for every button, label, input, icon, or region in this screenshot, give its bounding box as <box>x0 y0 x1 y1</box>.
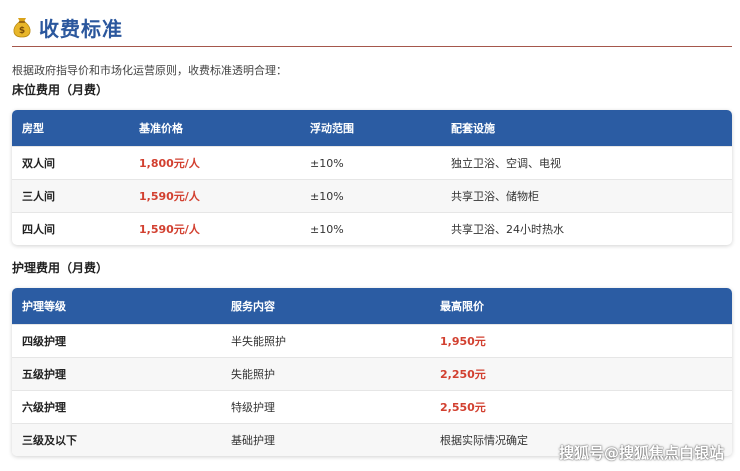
care-table-header: 护理等级 服务内容 最高限价 <box>12 288 732 324</box>
room-type: 三人间 <box>22 190 55 203</box>
float-range: ±10% <box>310 156 344 170</box>
svg-text:$: $ <box>19 26 25 36</box>
header-float-range: 浮动范围 <box>310 122 354 135</box>
table-row: 四人间 1,590元/人 ±10% 共享卫浴、24小时热水 <box>12 212 732 245</box>
header-facilities: 配套设施 <box>451 122 495 135</box>
service-content: 特级护理 <box>231 401 275 414</box>
money-bag-icon: $ <box>13 18 31 38</box>
bed-table-header: 房型 基准价格 浮动范围 配套设施 <box>12 110 732 146</box>
header-max-price: 最高限价 <box>440 300 484 313</box>
room-type: 双人间 <box>22 157 55 170</box>
table-row: 三人间 1,590元/人 ±10% 共享卫浴、储物柜 <box>12 179 732 212</box>
care-level: 六级护理 <box>22 401 66 414</box>
float-range: ±10% <box>310 189 344 203</box>
max-price: 1,950元 <box>440 335 486 348</box>
table-row: 四级护理 半失能照护 1,950元 <box>12 324 732 357</box>
room-type: 四人间 <box>22 223 55 236</box>
header-room-type: 房型 <box>22 122 44 135</box>
watermark: 搜狐号@搜狐焦点白银站 <box>558 444 724 462</box>
intro-text: 根据政府指导价和市场化运营原则，收费标准透明合理： <box>12 64 287 77</box>
care-fee-table: 护理等级 服务内容 最高限价 四级护理 半失能照护 1,950元 五级护理 失能… <box>12 288 732 456</box>
service-content: 半失能照护 <box>231 335 286 348</box>
header-base-price: 基准价格 <box>139 122 183 135</box>
service-content: 基础护理 <box>231 434 275 447</box>
float-range: ±10% <box>310 222 344 236</box>
table-row: 五级护理 失能照护 2,250元 <box>12 357 732 390</box>
service-content: 失能照护 <box>231 368 275 381</box>
base-price: 1,800元/人 <box>139 157 200 170</box>
care-level: 四级护理 <box>22 335 66 348</box>
bed-section-title: 床位费用（月费） <box>12 83 109 97</box>
table-row: 六级护理 特级护理 2,550元 <box>12 390 732 423</box>
base-price: 1,590元/人 <box>139 190 200 203</box>
header-service-content: 服务内容 <box>231 300 275 313</box>
max-price: 2,250元 <box>440 368 486 381</box>
title-divider <box>12 46 732 47</box>
care-level: 三级及以下 <box>22 434 77 447</box>
base-price: 1,590元/人 <box>139 223 200 236</box>
page-header: $ 收费标准 <box>12 12 123 42</box>
header-care-level: 护理等级 <box>22 300 66 313</box>
facilities: 共享卫浴、24小时热水 <box>451 223 564 236</box>
bed-fee-table: 房型 基准价格 浮动范围 配套设施 双人间 1,800元/人 ±10% 独立卫浴… <box>12 110 732 245</box>
care-section-title: 护理费用（月费） <box>12 261 109 275</box>
table-row: 双人间 1,800元/人 ±10% 独立卫浴、空调、电视 <box>12 146 732 179</box>
page-title: 收费标准 <box>39 16 123 41</box>
facilities: 独立卫浴、空调、电视 <box>451 157 561 170</box>
care-level: 五级护理 <box>22 368 66 381</box>
max-price: 2,550元 <box>440 401 486 414</box>
facilities: 共享卫浴、储物柜 <box>451 190 539 203</box>
